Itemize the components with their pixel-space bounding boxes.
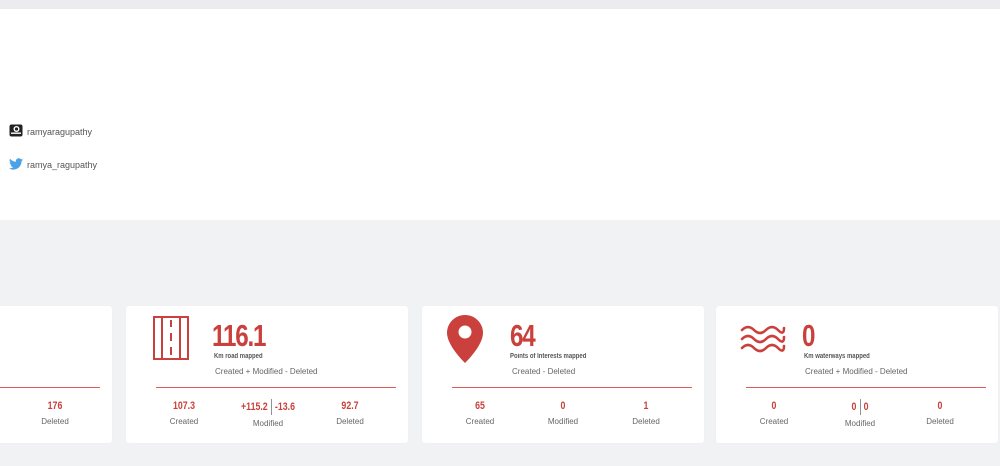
- waterways-stat-card: 0 Km waterways mapped Created + Modified…: [716, 306, 998, 443]
- modified-separator: [270, 399, 272, 415]
- waterways-deleted-stat: 0 Deleted: [905, 399, 975, 426]
- profile-panel: [0, 9, 1000, 220]
- map-pin-icon: [446, 314, 484, 369]
- roads-deleted-stat: 92.7 Deleted: [315, 399, 385, 426]
- modified-label: Modified: [252, 419, 284, 428]
- roads-total-value: 116.1: [212, 318, 267, 353]
- waterways-caption: Km waterways mapped: [804, 353, 870, 360]
- roads-modified-stat: +115.2 -13.6 Modified: [233, 399, 303, 428]
- waterways-formula: Created + Modified - Deleted: [805, 367, 908, 376]
- modified-label: Modified: [547, 417, 579, 426]
- roads-caption: Km road mapped: [214, 353, 263, 360]
- waves-icon: [740, 322, 786, 359]
- twitter-bird-icon: [9, 158, 23, 172]
- deleted-label: Deleted: [632, 417, 660, 426]
- twitter-profile-link[interactable]: ramya_ragupathy: [9, 158, 97, 172]
- deleted-stat: 176 Deleted: [20, 399, 90, 426]
- deleted-value: 176: [47, 400, 63, 412]
- twitter-handle: ramya_ragupathy: [27, 160, 98, 170]
- poi-created-stat: 65 Created: [445, 399, 515, 426]
- poi-total-value: 64: [510, 318, 536, 353]
- buildings-stat-card: 176 Deleted: [0, 306, 112, 443]
- roads-created-stat: 107.3 Created: [149, 399, 219, 426]
- deleted-label: Deleted: [336, 417, 364, 426]
- modified-value: 00: [832, 399, 888, 415]
- modified-removed: -13.6: [274, 400, 295, 413]
- poi-deleted-stat: 1 Deleted: [611, 399, 681, 426]
- card-divider: [746, 387, 986, 388]
- deleted-value: 92.7: [341, 400, 359, 412]
- osm-profile-link[interactable]: ramyaragupathy: [9, 124, 92, 139]
- osm-username: ramyaragupathy: [27, 126, 93, 137]
- created-label: Created: [759, 417, 789, 426]
- roads-stat-card: 116.1 Km road mapped Created + Modified …: [126, 306, 408, 443]
- modified-label: Modified: [844, 419, 876, 428]
- created-label: Created: [169, 417, 199, 426]
- deleted-label: Deleted: [926, 417, 954, 426]
- deleted-label: Deleted: [41, 417, 69, 426]
- created-value: 65: [475, 400, 485, 412]
- modified-value: +115.2 -13.6: [240, 399, 296, 415]
- modified-added: 0: [851, 400, 857, 413]
- poi-formula: Created - Deleted: [512, 367, 576, 376]
- waterways-created-stat: 0 Created: [739, 399, 809, 426]
- card-divider: [452, 387, 692, 388]
- top-strip: [0, 0, 1000, 9]
- road-icon: [153, 316, 189, 365]
- waterways-modified-stat: 00 Modified: [825, 399, 895, 428]
- poi-stat-card: 64 Points of Interests mapped Created - …: [422, 306, 704, 443]
- modified-separator: [859, 399, 861, 415]
- modified-removed: 0: [863, 400, 869, 413]
- card-divider: [0, 387, 100, 388]
- waterways-total-value: 0: [802, 318, 815, 353]
- created-label: Created: [465, 417, 495, 426]
- poi-caption: Points of Interests mapped: [510, 353, 587, 360]
- poi-modified-stat: 0 Modified: [528, 399, 598, 426]
- created-value: 107.3: [172, 400, 196, 412]
- roads-formula: Created + Modified - Deleted: [215, 367, 318, 376]
- deleted-value: 0: [937, 400, 943, 412]
- osm-logo-icon: [9, 124, 23, 139]
- created-value: 0: [771, 400, 777, 412]
- modified-value: 0: [560, 400, 566, 412]
- modified-added: +115.2: [241, 400, 268, 413]
- deleted-value: 1: [643, 400, 649, 412]
- card-divider: [156, 387, 396, 388]
